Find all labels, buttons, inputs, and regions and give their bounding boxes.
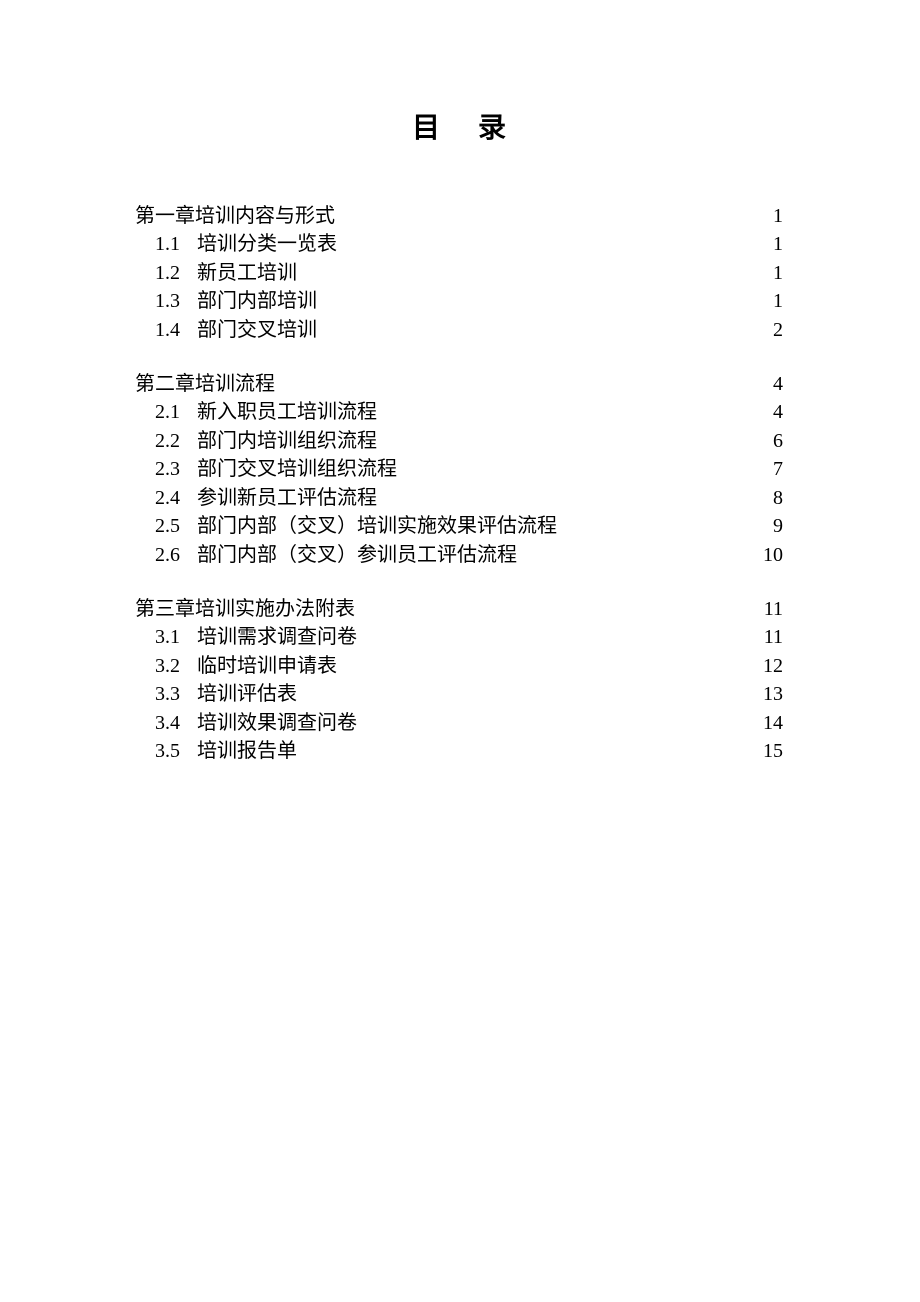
section-number: 3.4 [155,711,197,735]
chapter-block: 第一章 培训内容与形式 1 1.1 培训分类一览表 1 1.2 新员工培训 1 … [135,204,783,342]
section-row: 3.4 培训效果调查问卷 14 [135,711,783,735]
section-row: 1.4 部门交叉培训 2 [135,318,783,342]
section-row: 2.4 参训新员工评估流程 8 [135,486,783,510]
section-title: 部门内部培训 [197,289,317,313]
section-number: 3.5 [155,739,197,763]
section-number: 2.1 [155,400,197,424]
section-page: 10 [753,543,783,567]
chapter-page: 4 [753,372,783,396]
section-page: 11 [753,625,783,649]
section-row: 3.1 培训需求调查问卷 11 [135,625,783,649]
chapter-row: 第二章 培训流程 4 [135,372,783,396]
section-page: 8 [753,486,783,510]
chapter-row: 第一章 培训内容与形式 1 [135,204,783,228]
section-page: 4 [753,400,783,424]
chapter-page: 1 [753,204,783,228]
chapter-title: 培训实施办法附表 [195,597,355,621]
section-page: 7 [753,457,783,481]
section-number: 1.4 [155,318,197,342]
chapter-title: 培训流程 [195,372,275,396]
section-number: 1.3 [155,289,197,313]
section-page: 14 [753,711,783,735]
section-title: 培训效果调查问卷 [197,711,357,735]
section-row: 2.3 部门交叉培训组织流程 7 [135,457,783,481]
section-title: 培训分类一览表 [197,232,337,256]
section-row: 3.2 临时培训申请表 12 [135,654,783,678]
section-number: 1.1 [155,232,197,256]
section-row: 2.5 部门内部（交叉）培训实施效果评估流程 9 [135,514,783,538]
section-title: 新员工培训 [197,261,297,285]
section-number: 2.5 [155,514,197,538]
section-row: 2.2 部门内培训组织流程 6 [135,429,783,453]
page-title: 目录 [135,112,783,146]
section-row: 1.3 部门内部培训 1 [135,289,783,313]
section-number: 2.2 [155,429,197,453]
section-row: 2.1 新入职员工培训流程 4 [135,400,783,424]
section-row: 1.2 新员工培训 1 [135,261,783,285]
section-number: 3.2 [155,654,197,678]
section-title: 部门内部（交叉）培训实施效果评估流程 [197,514,557,538]
toc-page: 目录 第一章 培训内容与形式 1 1.1 培训分类一览表 1 1.2 新员工培训… [0,0,920,1302]
section-row: 1.1 培训分类一览表 1 [135,232,783,256]
chapter-block: 第三章 培训实施办法附表 11 3.1 培训需求调查问卷 11 3.2 临时培训… [135,597,783,764]
section-page: 9 [753,514,783,538]
section-title: 参训新员工评估流程 [197,486,377,510]
section-page: 2 [753,318,783,342]
section-title: 部门内培训组织流程 [197,429,377,453]
section-title: 培训需求调查问卷 [197,625,357,649]
section-title: 培训评估表 [197,682,297,706]
section-title: 临时培训申请表 [197,654,337,678]
section-row: 2.6 部门内部（交叉）参训员工评估流程 10 [135,543,783,567]
section-page: 1 [753,289,783,313]
section-page: 15 [753,739,783,763]
section-page: 1 [753,261,783,285]
chapter-number: 第二章 [135,372,195,396]
chapter-block: 第二章 培训流程 4 2.1 新入职员工培训流程 4 2.2 部门内培训组织流程… [135,372,783,567]
section-number: 3.3 [155,682,197,706]
section-number: 2.6 [155,543,197,567]
chapter-row: 第三章 培训实施办法附表 11 [135,597,783,621]
chapter-title: 培训内容与形式 [195,204,335,228]
section-number: 1.2 [155,261,197,285]
section-title: 部门交叉培训 [197,318,317,342]
section-page: 6 [753,429,783,453]
section-row: 3.5 培训报告单 15 [135,739,783,763]
section-number: 2.4 [155,486,197,510]
section-row: 3.3 培训评估表 13 [135,682,783,706]
section-number: 3.1 [155,625,197,649]
section-title: 部门交叉培训组织流程 [197,457,397,481]
section-title: 部门内部（交叉）参训员工评估流程 [197,543,517,567]
section-title: 新入职员工培训流程 [197,400,377,424]
section-number: 2.3 [155,457,197,481]
section-page: 12 [753,654,783,678]
section-title: 培训报告单 [197,739,297,763]
chapter-number: 第三章 [135,597,195,621]
chapter-page: 11 [753,597,783,621]
section-page: 1 [753,232,783,256]
chapter-number: 第一章 [135,204,195,228]
section-page: 13 [753,682,783,706]
